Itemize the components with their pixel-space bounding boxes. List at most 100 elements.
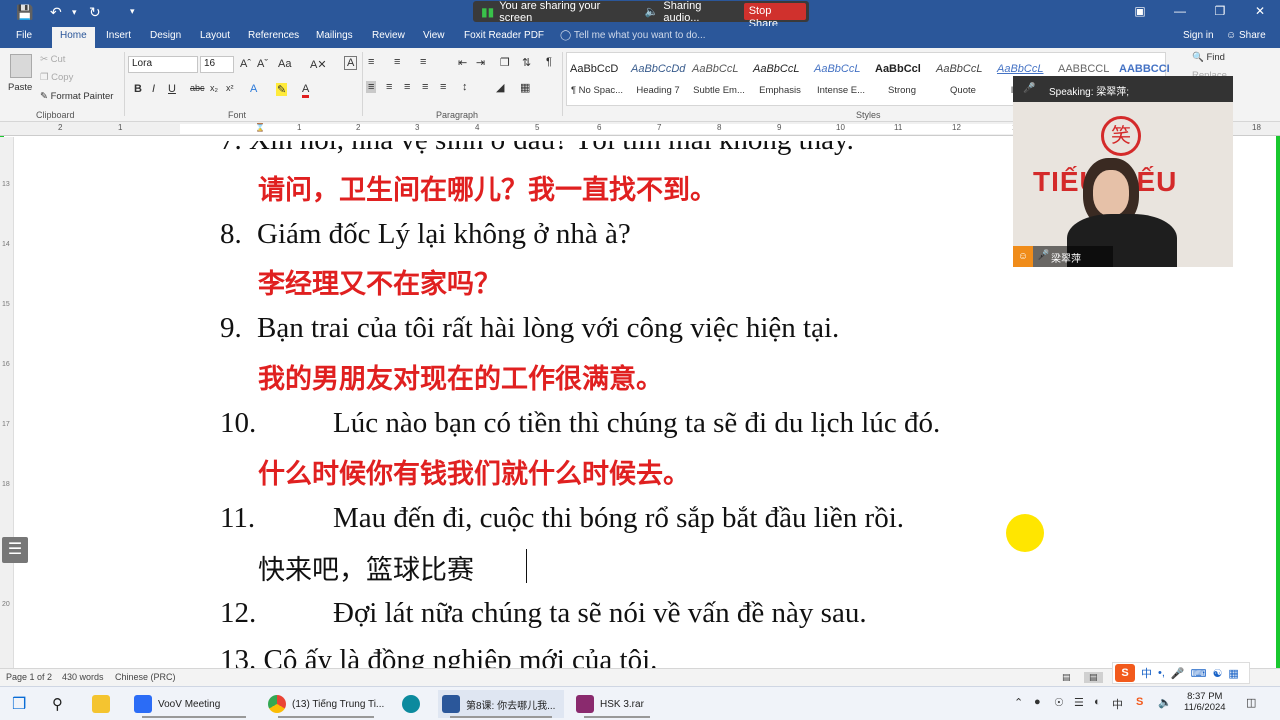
subscript-icon[interactable]: x₂ — [210, 83, 218, 93]
tab-mailings[interactable]: Mailings — [316, 30, 353, 41]
font-size-input[interactable]: 16 — [200, 56, 234, 73]
volume-icon[interactable]: 🔈 — [1158, 696, 1172, 709]
tab-home[interactable]: Home — [52, 27, 95, 48]
save-icon[interactable]: 💾 — [16, 4, 33, 21]
sogou-tray-icon[interactable]: S — [1136, 696, 1143, 708]
distributed-icon[interactable]: ≡ — [440, 81, 446, 93]
tab-file[interactable]: File — [16, 30, 32, 41]
ime-chinese-mode[interactable]: 中 — [1141, 665, 1152, 681]
tray-chevron-icon[interactable]: ⌃ — [1014, 696, 1023, 709]
word-count[interactable]: 430 words — [62, 672, 104, 682]
borders-icon[interactable]: ▦ — [520, 81, 530, 94]
shading-icon[interactable]: ◢ — [496, 81, 504, 94]
style-strong[interactable]: AaBbCcl Strong — [872, 53, 932, 105]
ime-toolbar[interactable]: S 中 •, 🎤 ⌨ ☯ ▦ — [1112, 662, 1250, 684]
restore-icon[interactable]: ❐ — [1200, 0, 1240, 22]
page-count[interactable]: Page 1 of 2 — [6, 672, 52, 682]
text-style-icon[interactable]: A — [344, 56, 358, 70]
tab-references[interactable]: References — [248, 30, 299, 41]
language-indicator[interactable]: Chinese (PRC) — [115, 672, 176, 682]
shrink-font-icon[interactable]: Aˇ — [257, 58, 268, 70]
redo-icon[interactable]: ↻ — [89, 4, 101, 21]
ime-apps-icon[interactable]: ▦ — [1228, 667, 1238, 680]
align-right-icon[interactable]: ≡ — [404, 81, 410, 93]
justify-icon[interactable]: ≡ — [422, 81, 428, 93]
paste-button[interactable]: Paste — [8, 82, 32, 93]
network-icon[interactable]: ☉ — [1054, 696, 1064, 709]
undo-icon[interactable]: ↶ — [50, 4, 62, 21]
sign-in-link[interactable]: Sign in — [1183, 30, 1214, 41]
show-marks-icon[interactable]: ¶ — [546, 56, 552, 68]
italic-icon[interactable]: I — [152, 83, 155, 95]
tab-design[interactable]: Design — [150, 30, 181, 41]
share-button[interactable]: ☺ Share — [1226, 30, 1266, 41]
participant-video[interactable]: 🎤 Speaking: 梁翠萍; 笑 TIẾU TIẾU ☺ 🎤 梁翠萍 — [1013, 76, 1233, 267]
close-icon[interactable]: ✕ — [1240, 0, 1280, 22]
tab-view[interactable]: View — [423, 30, 445, 41]
ime-mode-icon[interactable]: 中 — [1112, 696, 1123, 712]
vertical-ruler[interactable]: 13 14 15 16 17 18 19 20 — [0, 137, 14, 668]
superscript-icon[interactable]: x² — [226, 83, 234, 93]
share-audio[interactable]: 🔈 Sharing audio... — [637, 0, 744, 24]
cut-button[interactable]: ✂ Cut — [40, 54, 65, 65]
undo-dropdown-icon[interactable]: ▾ — [72, 7, 77, 18]
minimize-icon[interactable]: — — [1160, 0, 1200, 22]
read-mode-icon[interactable]: ▤ — [1062, 672, 1071, 683]
change-case-icon[interactable]: Aa — [278, 58, 291, 70]
file-explorer-icon[interactable] — [92, 690, 110, 718]
multilevel-list-icon[interactable]: ≡ — [420, 56, 426, 68]
bullets-icon[interactable]: ≡ — [368, 56, 374, 68]
tab-foxit[interactable]: Foxit Reader PDF — [464, 30, 544, 41]
highlight-icon[interactable]: ✎ — [276, 83, 288, 96]
grow-font-icon[interactable]: Aˆ — [240, 58, 251, 70]
copy-button[interactable]: ❐ Copy — [40, 72, 73, 83]
font-color-icon[interactable]: A — [302, 83, 310, 98]
style-heading-7[interactable]: AaBbCcDd Heading 7 — [628, 53, 688, 105]
underline-icon[interactable]: U — [168, 83, 176, 95]
line-spacing-icon[interactable]: ↕ — [462, 81, 468, 93]
tell-me-search[interactable]: ◯ Tell me what you want to do... — [560, 30, 706, 41]
clock[interactable]: 8:37 PM 11/6/2024 — [1184, 691, 1226, 713]
format-painter-button[interactable]: ✎ Format Painter — [40, 91, 113, 102]
asian-layout-icon[interactable]: ❐ — [500, 56, 510, 69]
wifi-icon[interactable]: ☰ — [1074, 696, 1084, 709]
numbering-icon[interactable]: ≡ — [394, 56, 400, 68]
customize-qat-icon[interactable]: ▾ — [130, 6, 135, 17]
ime-punctuation-icon[interactable]: •, — [1158, 667, 1165, 679]
find-button[interactable]: 🔍 Find — [1192, 52, 1225, 63]
search-icon[interactable]: ⚲ — [52, 690, 63, 718]
edge-icon[interactable] — [402, 690, 420, 718]
strikethrough-icon[interactable]: abc — [190, 83, 205, 93]
tab-review[interactable]: Review — [372, 30, 405, 41]
navigation-pane-icon[interactable]: ☰ — [2, 537, 28, 563]
align-center-icon[interactable]: ≡ — [386, 81, 392, 93]
style-subtle-emphasis[interactable]: AaBbCcL Subtle Em... — [689, 53, 749, 105]
paste-icon[interactable] — [10, 54, 32, 78]
clear-format-icon[interactable]: A✕ — [310, 58, 327, 71]
start-icon[interactable]: ❒ — [12, 690, 26, 718]
style-intense-emphasis[interactable]: AaBbCcL Intense E... — [811, 53, 871, 105]
ribbon-display-icon[interactable]: ▣ — [1120, 0, 1160, 22]
taskbar-app-winrar[interactable]: HSK 3.rar — [572, 690, 662, 718]
align-left-icon[interactable]: ≡ — [366, 81, 377, 93]
indent-marker-icon[interactable]: ⌛ — [255, 123, 265, 132]
tab-insert[interactable]: Insert — [106, 30, 131, 41]
taskbar-app-voov[interactable]: VooV Meeting — [130, 690, 258, 718]
font-name-input[interactable]: Lora — [128, 56, 198, 73]
tab-layout[interactable]: Layout — [200, 30, 230, 41]
print-layout-icon[interactable]: ▤ — [1084, 672, 1103, 683]
ime-skin-icon[interactable]: ☯ — [1213, 667, 1223, 680]
increase-indent-icon[interactable]: ⇥ — [476, 56, 485, 69]
taskbar-app-word[interactable]: 第8课: 你去哪儿我... — [438, 690, 564, 718]
tray-app-icon[interactable]: ◐ — [1094, 696, 1101, 708]
style-quote[interactable]: AaBbCcL Quote — [933, 53, 993, 105]
tray-app-icon[interactable]: ● — [1034, 696, 1041, 708]
decrease-indent-icon[interactable]: ⇤ — [458, 56, 467, 69]
ime-voice-icon[interactable]: 🎤 — [1171, 667, 1185, 680]
style-no-spacing[interactable]: AaBbCcD ¶ No Spac... — [567, 53, 627, 105]
stop-share-button[interactable]: Stop Share — [743, 3, 806, 30]
ime-keyboard-icon[interactable]: ⌨ — [1191, 667, 1207, 680]
bold-icon[interactable]: B — [134, 83, 142, 95]
taskbar-app-chrome[interactable]: (13) Tiếng Trung Ti... — [266, 690, 386, 718]
notification-icon[interactable]: ◫ — [1246, 696, 1256, 709]
